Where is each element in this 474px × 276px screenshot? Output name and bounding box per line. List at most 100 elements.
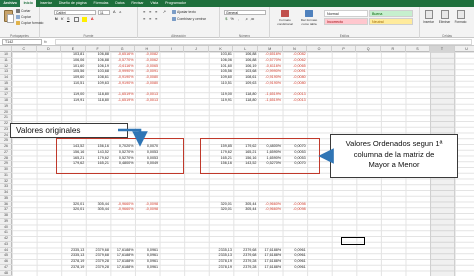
- sorted-values-highlight: [200, 138, 320, 174]
- bold-button[interactable]: N: [54, 17, 59, 22]
- grow-font-icon[interactable]: A: [112, 10, 117, 15]
- style-neutral[interactable]: Neutral: [369, 18, 413, 25]
- style-normal[interactable]: Normal: [324, 10, 368, 17]
- row-headers: 10 11 12 13 14 15 16 17 18 19 20 21 22 23 24 25 26 27 28 29…: [0, 52, 12, 276]
- wrap-text-button[interactable]: Ajustar texto: [172, 10, 196, 14]
- cell[interactable]: -1,6519%: [110, 98, 135, 104]
- styles-group-label: Estilos: [339, 33, 350, 38]
- tab-datos[interactable]: Datos: [112, 0, 128, 7]
- copy-icon: [16, 15, 20, 19]
- cell[interactable]: 2379,28: [86, 265, 111, 271]
- cut-button[interactable]: Cortar: [16, 9, 30, 13]
- shrink-font-icon[interactable]: A: [118, 10, 123, 15]
- cell[interactable]: -0,0098: [135, 207, 160, 213]
- cell[interactable]: -0,0098: [283, 207, 308, 213]
- ribbon: Cortar Copiar Copiar formato Portapapele…: [0, 7, 474, 38]
- font-size-select[interactable]: 11: [98, 10, 110, 15]
- alignment-group: ≡ ≡ ≡ ↗ ≡ ≡ ≡ Ajustar texto Combinar y c…: [138, 7, 220, 38]
- delete-cells-icon: [440, 10, 449, 19]
- formula-input[interactable]: [55, 39, 472, 45]
- style-bad[interactable]: Incorrecto: [324, 18, 368, 25]
- number-group-label: Número: [238, 33, 251, 38]
- align-right-icon[interactable]: ≡: [154, 17, 159, 22]
- tab-fórmulas[interactable]: Fórmulas: [90, 0, 112, 7]
- cell[interactable]: 305,44: [86, 207, 111, 213]
- font-color-icon[interactable]: A: [90, 17, 95, 22]
- format-cells-icon: [456, 10, 465, 19]
- format-as-table-button[interactable]: Dar formato como tabla: [298, 10, 320, 26]
- delete-cells-button[interactable]: Eliminar: [438, 10, 451, 24]
- clipboard-group-label: Portapapeles: [10, 33, 29, 38]
- percent-icon[interactable]: %: [230, 17, 235, 22]
- tab-vista[interactable]: Vista: [147, 0, 162, 7]
- name-box[interactable]: T142: [2, 39, 42, 45]
- style-good[interactable]: Buena: [369, 10, 413, 17]
- formula-bar: T142 fx: [0, 38, 474, 46]
- cell[interactable]: 118,80: [233, 98, 258, 104]
- row-header-48[interactable]: 48: [0, 271, 12, 276]
- original-values-highlight: [56, 138, 184, 174]
- sorted-values-label-line3: Mayor a Menor: [368, 160, 420, 170]
- cells-group: Insertar Eliminar Formato Celdas: [420, 7, 474, 38]
- copy-button[interactable]: Copiar: [16, 15, 31, 19]
- format-cells-button[interactable]: Formato: [454, 10, 467, 24]
- align-top-icon[interactable]: ≡: [142, 10, 147, 15]
- cell[interactable]: 17,6188%: [258, 265, 283, 271]
- styles-group: Formato condicional Dar formato como tab…: [270, 7, 420, 38]
- sorted-values-label-line1: Valores Ordenados segun 1ª: [345, 139, 443, 148]
- fx-icon[interactable]: fx: [44, 39, 54, 45]
- cell[interactable]: 0,0961: [283, 265, 308, 271]
- insert-cells-button[interactable]: Insertar: [422, 10, 435, 24]
- tab-revisar[interactable]: Revisar: [128, 0, 147, 7]
- align-center-icon[interactable]: ≡: [148, 17, 153, 22]
- tab-insertar[interactable]: Insertar: [36, 0, 55, 7]
- number-format-select[interactable]: General: [224, 10, 266, 15]
- cell[interactable]: 320,01: [209, 207, 234, 213]
- align-left-icon[interactable]: ≡: [142, 17, 147, 22]
- tab-programador[interactable]: Programador: [162, 0, 190, 7]
- cell[interactable]: -0,9660%: [258, 207, 283, 213]
- insert-cells-icon: [424, 10, 433, 19]
- cell[interactable]: -0,0013: [135, 98, 160, 104]
- align-middle-icon[interactable]: ≡: [148, 10, 153, 15]
- original-values-label: Valores originales: [16, 126, 81, 135]
- borders-icon[interactable]: [74, 17, 79, 22]
- clipboard-group: Cortar Copiar Copiar formato Portapapele…: [0, 7, 43, 38]
- tab-archivo[interactable]: Archivo: [0, 0, 21, 7]
- cell[interactable]: 320,01: [61, 207, 86, 213]
- cell[interactable]: 17,6188%: [110, 265, 135, 271]
- tab-diseño-de-página[interactable]: Diseño de página: [55, 0, 90, 7]
- cell[interactable]: 2378,19: [209, 265, 234, 271]
- underline-button[interactable]: S: [66, 17, 71, 22]
- italic-button[interactable]: K: [60, 17, 65, 22]
- number-group: General $ % , ,0 ,00 Número: [220, 7, 270, 38]
- paste-icon[interactable]: [4, 10, 14, 23]
- orientation-icon[interactable]: ↗: [162, 10, 167, 15]
- cell[interactable]: 118,80: [86, 98, 111, 104]
- table-icon: [305, 10, 313, 17]
- decrease-decimal-icon[interactable]: ,00: [250, 17, 255, 22]
- cell[interactable]: -0,9660%: [110, 207, 135, 213]
- fill-color-icon[interactable]: [82, 17, 87, 22]
- cell[interactable]: -1,6519%: [258, 98, 283, 104]
- comma-style-icon[interactable]: ,: [236, 17, 241, 22]
- currency-icon[interactable]: $: [224, 17, 229, 22]
- cell[interactable]: 119,91: [61, 98, 86, 104]
- wrap-text-icon: [172, 10, 176, 14]
- align-bottom-icon[interactable]: ≡: [154, 10, 159, 15]
- cells-group-label: Celdas: [442, 33, 452, 38]
- sorted-values-label-line2: columna de la matriz de: [353, 149, 435, 159]
- cell[interactable]: 2379,28: [233, 265, 258, 271]
- conditional-format-button[interactable]: Formato condicional: [274, 10, 296, 26]
- cell[interactable]: 305,44: [233, 207, 258, 213]
- cell[interactable]: -0,0013: [283, 98, 308, 104]
- active-cell[interactable]: [341, 237, 365, 245]
- cell[interactable]: 2378,19: [61, 265, 86, 271]
- tab-inicio[interactable]: Inicio: [20, 0, 37, 7]
- font-name-select[interactable]: Calibri: [54, 10, 96, 15]
- cell[interactable]: 119,91: [209, 98, 234, 104]
- sorted-values-callout: Valores Ordenados segun 1ª columna de la…: [330, 134, 458, 178]
- merge-center-button[interactable]: Combinar y centrar: [172, 17, 206, 21]
- cell[interactable]: 0,0961: [135, 265, 160, 271]
- increase-decimal-icon[interactable]: ,0: [244, 17, 249, 22]
